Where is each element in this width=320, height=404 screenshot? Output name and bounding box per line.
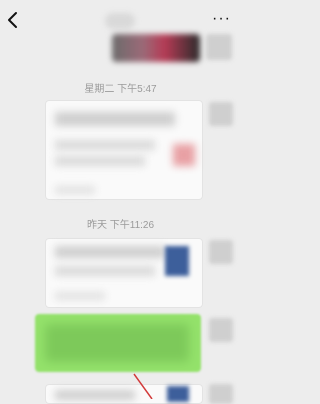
user-avatar[interactable] [209,318,233,342]
card-thumbnail [167,386,189,402]
sent-message-bubble[interactable] [35,314,201,372]
link-card-message[interactable] [45,238,203,308]
back-chevron-icon[interactable] [6,10,20,30]
user-avatar[interactable] [209,384,233,404]
card-source-blurred [55,186,95,194]
sent-message-blurred[interactable] [112,34,200,62]
card-title-blurred [55,246,165,258]
card-thumbnail [165,246,189,276]
card-text-blurred [55,156,145,166]
user-avatar[interactable] [206,34,232,60]
card-title-blurred [55,112,175,126]
chat-title-blurred [105,13,135,29]
user-avatar[interactable] [209,102,233,126]
more-options-button[interactable]: ··· [212,10,231,28]
card-text-blurred [55,266,155,276]
card-text-blurred [55,140,155,150]
sent-message-text-blurred [45,324,189,362]
card-source-blurred [55,292,105,300]
link-card-message[interactable] [45,384,203,404]
link-card-message[interactable] [45,100,203,200]
timestamp: 星期二 下午5:47 [84,84,157,95]
user-avatar[interactable] [209,240,233,264]
timestamp: 昨天 下午11:26 [86,220,155,231]
card-thumbnail [173,144,195,166]
